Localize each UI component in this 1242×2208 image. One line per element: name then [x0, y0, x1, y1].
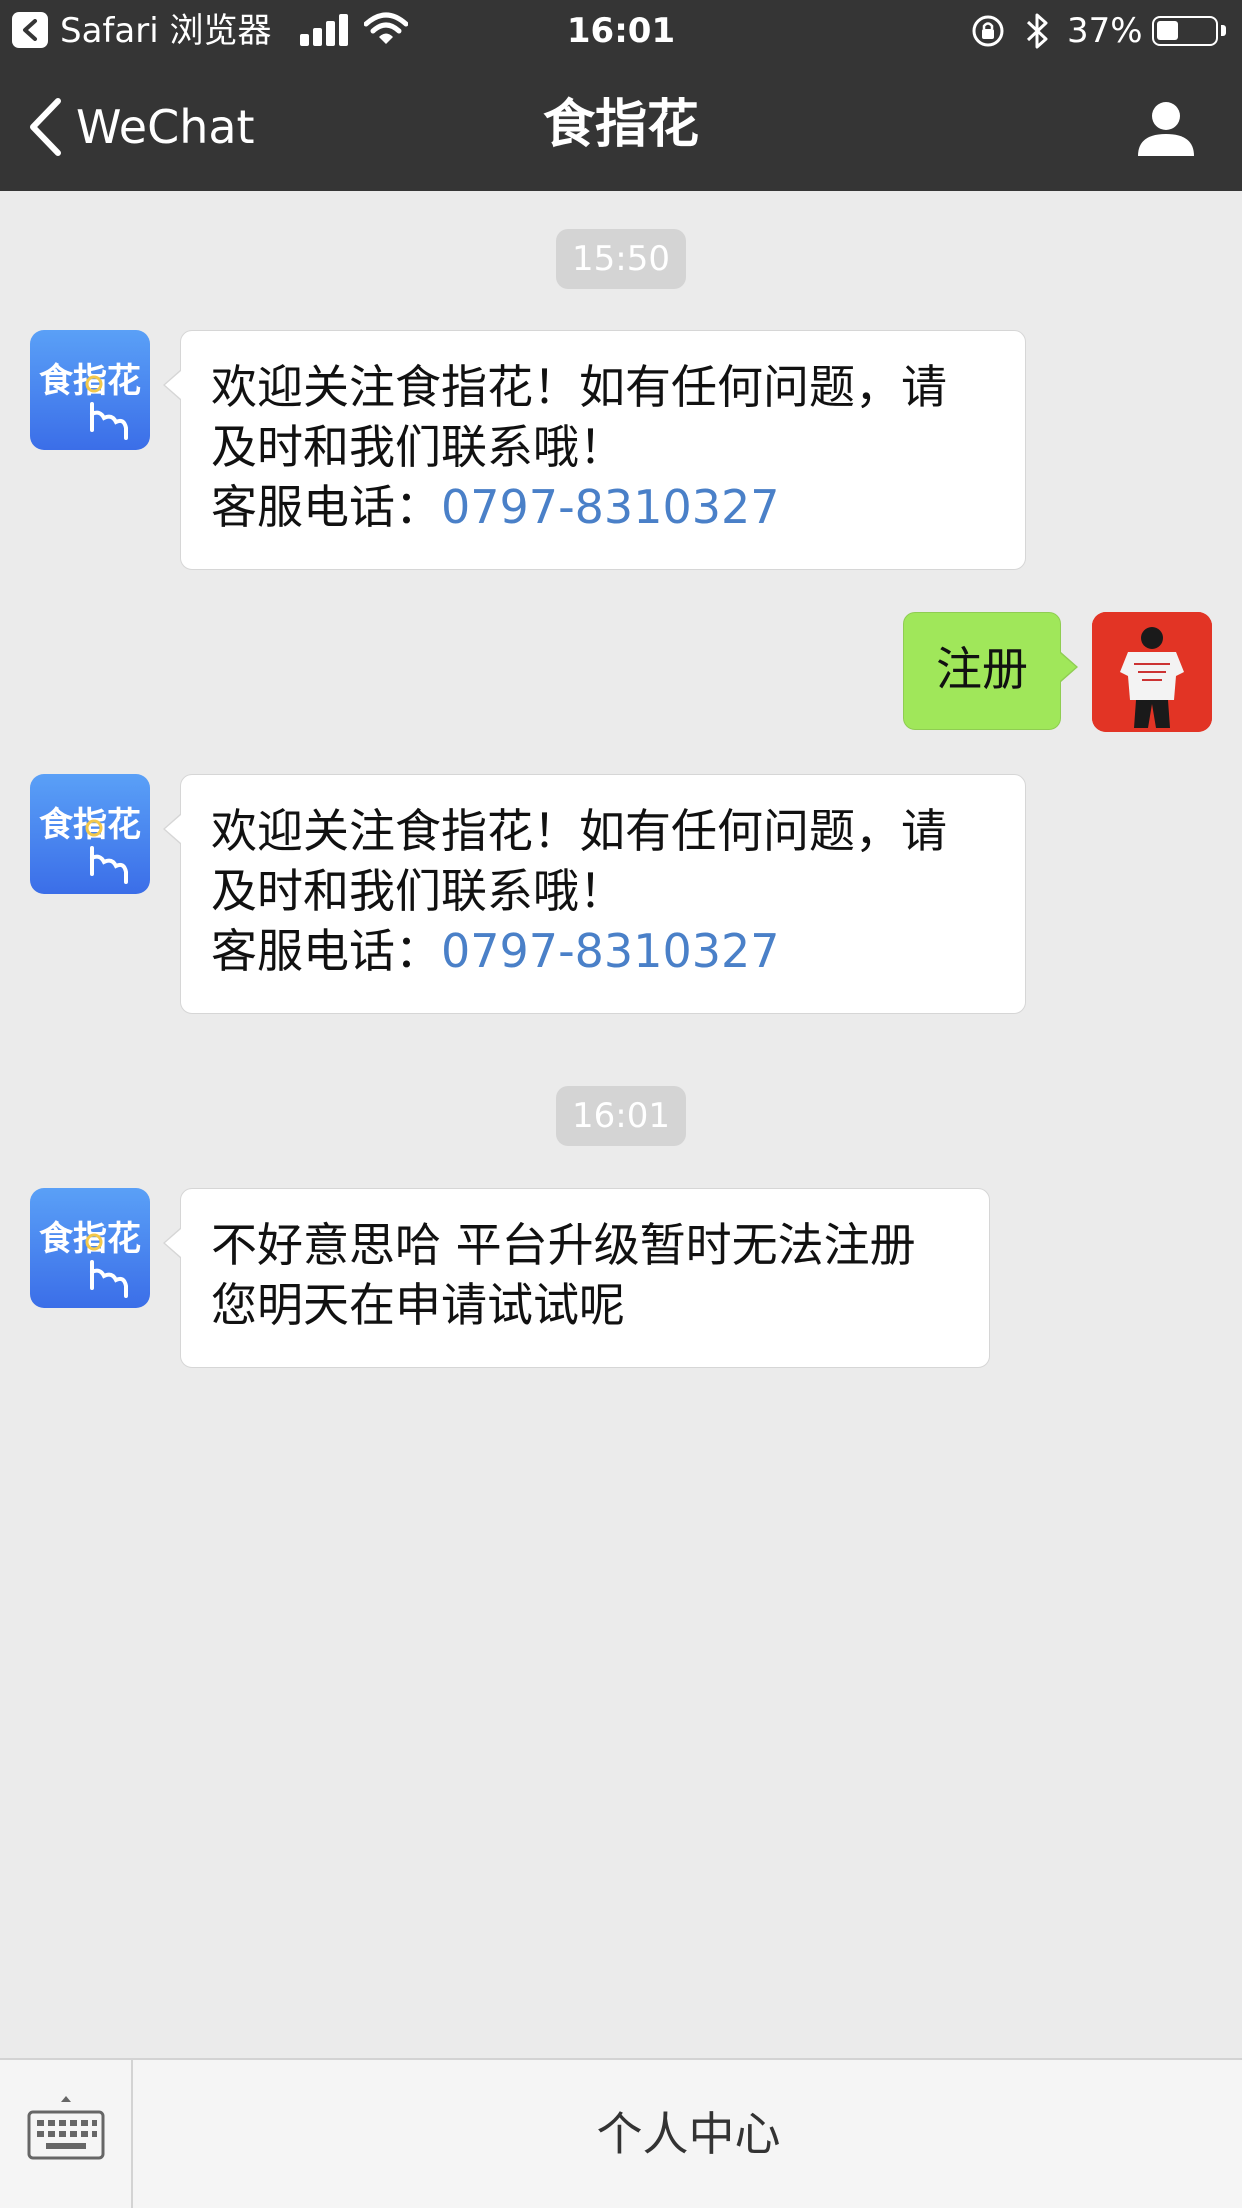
timestamp: 16:01 [0, 1086, 1242, 1146]
chat-area[interactable]: 15:50 食指花 欢迎关注食指花！如有任何问题，请 及时和我们联系哦！ 客服电… [0, 191, 1242, 2058]
top-bar: Safari 浏览器 16:01 37% WeChat 食指花 [0, 0, 1242, 191]
keyboard-toggle-button[interactable] [0, 2060, 133, 2208]
phone-link[interactable]: 0797-8310327 [441, 480, 780, 534]
navigation-bar: WeChat 食指花 [0, 64, 1242, 191]
incoming-message[interactable]: 不好意思哈 平台升级暂时无法注册 您明天在申请试试呢 [163, 1188, 990, 1368]
pointing-hand-icon: 食指花 [39, 1219, 141, 1298]
user-photo-icon [1092, 612, 1212, 732]
pointing-hand-icon: 食指花 [39, 805, 141, 884]
pointing-hand-icon: 食指花 [39, 361, 141, 440]
message-line: 及时和我们联系哦！ [211, 864, 625, 918]
outgoing-message[interactable]: 注册 [903, 612, 1078, 730]
battery-percent: 37% [1067, 11, 1143, 51]
account-avatar[interactable]: 食指花 [30, 774, 150, 894]
user-avatar[interactable] [1092, 612, 1212, 732]
battery-icon [1152, 16, 1226, 46]
menu-item-personal-center[interactable]: 个人中心 [135, 2060, 1242, 2208]
account-avatar[interactable]: 食指花 [30, 330, 150, 450]
page-title: 食指花 [542, 95, 699, 155]
battery-level-fill [1157, 21, 1178, 40]
phone-label: 客服电话： [211, 480, 441, 534]
incoming-message[interactable]: 欢迎关注食指花！如有任何问题，请 及时和我们联系哦！ 客服电话：0797-831… [163, 774, 1026, 1014]
person-icon[interactable] [1134, 96, 1198, 160]
svg-text:食指花: 食指花 [39, 805, 141, 845]
message-line: 欢迎关注食指花！如有任何问题，请 [211, 360, 947, 414]
phone-link[interactable]: 0797-8310327 [441, 924, 780, 978]
rotation-lock-icon [972, 15, 1004, 47]
message-line: 及时和我们联系哦！ [211, 420, 625, 474]
status-bar: Safari 浏览器 16:01 37% [0, 0, 1242, 64]
bottom-menu-bar: 个人中心 [0, 2058, 1242, 2208]
incoming-message[interactable]: 欢迎关注食指花！如有任何问题，请 及时和我们联系哦！ 客服电话：0797-831… [163, 330, 1026, 570]
message-line: 您明天在申请试试呢 [211, 1278, 625, 1332]
message-line: 不好意思哈 平台升级暂时无法注册 [211, 1218, 916, 1272]
status-time: 16:01 [566, 11, 676, 51]
message-text: 注册 [936, 642, 1028, 696]
svg-text:食指花: 食指花 [39, 1219, 141, 1259]
timestamp: 15:50 [0, 229, 1242, 289]
phone-label: 客服电话： [211, 924, 441, 978]
keyboard-icon [27, 2096, 105, 2160]
account-avatar[interactable]: 食指花 [30, 1188, 150, 1308]
message-line: 欢迎关注食指花！如有任何问题，请 [211, 804, 947, 858]
svg-text:食指花: 食指花 [39, 361, 141, 401]
bluetooth-icon [1026, 13, 1048, 49]
wechat-chat-screen: Safari 浏览器 16:01 37% WeChat 食指花 15:50 食指… [0, 0, 1242, 2208]
